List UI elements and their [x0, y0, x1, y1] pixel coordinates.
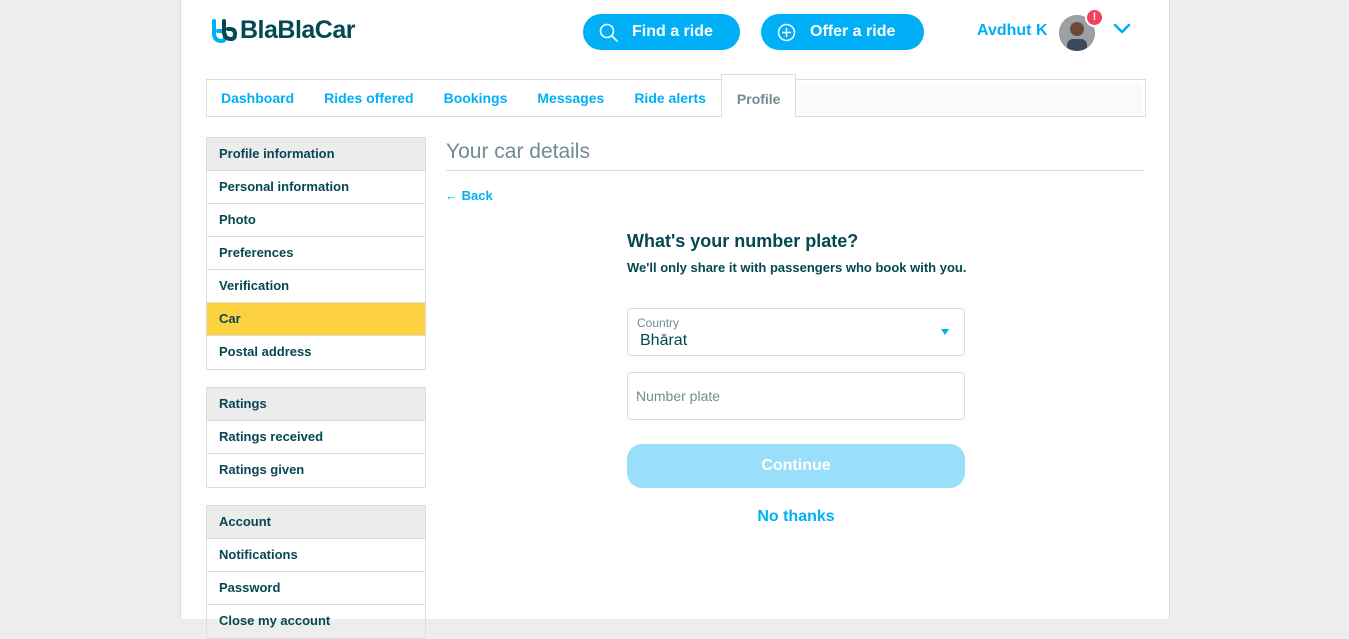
- find-ride-label: Find a ride: [632, 23, 713, 40]
- back-link[interactable]: ← Back: [445, 188, 493, 203]
- sidebar-profile-group: Profile information Personal information…: [206, 137, 426, 370]
- no-thanks-link[interactable]: No thanks: [627, 508, 965, 526]
- tab-dashboard[interactable]: Dashboard: [207, 80, 309, 116]
- country-select[interactable]: Country Bhārat: [627, 308, 965, 356]
- plate-question: What's your number plate?: [627, 231, 859, 251]
- page-title: Your car details: [446, 140, 590, 163]
- country-label: Country: [637, 316, 680, 330]
- number-plate-field: [627, 372, 965, 420]
- offer-ride-button[interactable]: Offer a ride: [761, 14, 924, 50]
- page: BlaBlaCar Find a ride Offer a ride Avdhu…: [180, 0, 1170, 639]
- sidebar-heading-account: Account: [207, 506, 425, 539]
- sidebar-item-car[interactable]: Car: [207, 303, 425, 336]
- continue-button[interactable]: Continue: [627, 444, 965, 488]
- tab-ride-alerts[interactable]: Ride alerts: [619, 80, 721, 116]
- brand-name: BlaBlaCar: [240, 16, 356, 44]
- plus-circle-icon: [777, 23, 796, 42]
- sidebar-item-ratings-given[interactable]: Ratings given: [207, 454, 425, 487]
- blablacar-logo[interactable]: BlaBlaCar: [211, 16, 356, 45]
- sidebar-ratings-group: Ratings Ratings received Ratings given: [206, 387, 426, 488]
- sidebar-item-notifications[interactable]: Notifications: [207, 539, 425, 572]
- tabs-filler: [799, 83, 1142, 113]
- offer-ride-label: Offer a ride: [810, 23, 896, 40]
- title-divider: [446, 170, 1145, 171]
- country-value: Bhārat: [640, 332, 688, 349]
- chevron-down-icon[interactable]: [1113, 22, 1131, 40]
- find-ride-button[interactable]: Find a ride: [583, 14, 740, 50]
- tab-profile[interactable]: Profile: [720, 74, 797, 117]
- sidebar-item-preferences[interactable]: Preferences: [207, 237, 425, 270]
- sidebar-item-postal-address[interactable]: Postal address: [207, 336, 425, 369]
- notification-badge[interactable]: !: [1085, 8, 1104, 27]
- tab-messages[interactable]: Messages: [522, 80, 619, 116]
- sidebar-heading-profile: Profile information: [207, 138, 425, 171]
- sidebar-item-close-account[interactable]: Close my account: [207, 605, 425, 638]
- tab-bookings[interactable]: Bookings: [429, 80, 523, 116]
- user-name-link[interactable]: Avdhut K: [977, 22, 1048, 40]
- plate-subtitle: We'll only share it with passengers who …: [627, 260, 967, 275]
- number-plate-input[interactable]: [628, 373, 964, 419]
- sidebar-item-password[interactable]: Password: [207, 572, 425, 605]
- sidebar-item-personal-information[interactable]: Personal information: [207, 171, 425, 204]
- caret-down-icon: [941, 329, 949, 335]
- search-icon: [599, 23, 618, 42]
- sidebar-heading-ratings: Ratings: [207, 388, 425, 421]
- sidebar-item-ratings-received[interactable]: Ratings received: [207, 421, 425, 454]
- tab-rides-offered[interactable]: Rides offered: [309, 80, 428, 116]
- logo-icon: [211, 18, 238, 43]
- profile-tabs: Dashboard Rides offered Bookings Message…: [206, 74, 1146, 117]
- sidebar-item-photo[interactable]: Photo: [207, 204, 425, 237]
- sidebar-item-verification[interactable]: Verification: [207, 270, 425, 303]
